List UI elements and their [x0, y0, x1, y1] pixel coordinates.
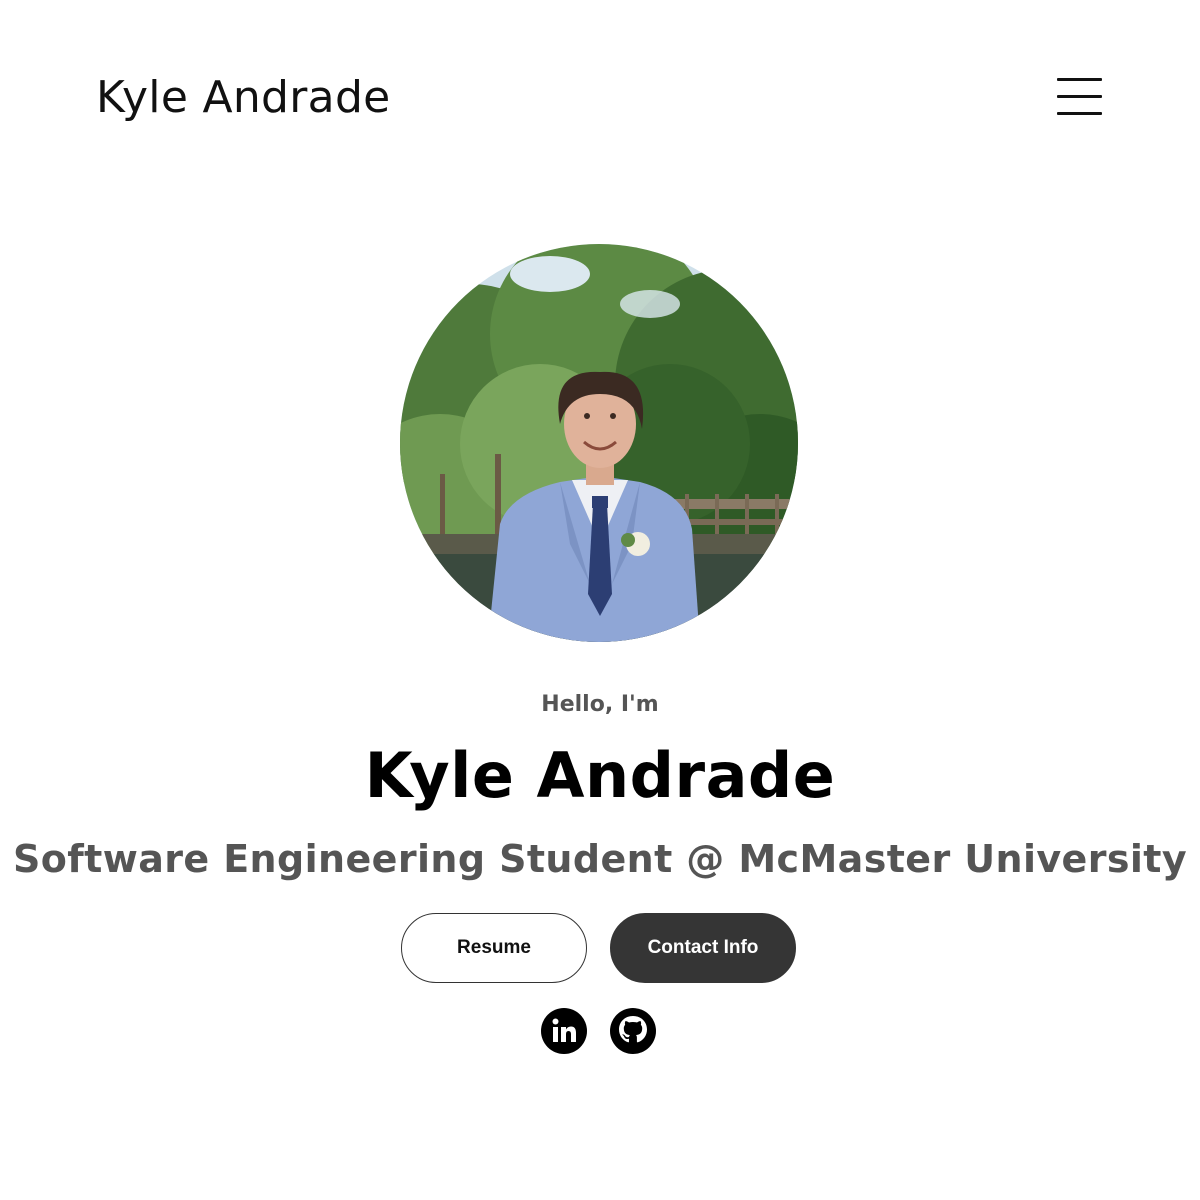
profile-photo-illustration: [400, 244, 798, 642]
github-icon-graphic: [610, 1008, 656, 1054]
hero-name: Kyle Andrade: [364, 739, 836, 812]
linkedin-icon[interactable]: [540, 1007, 588, 1055]
hamburger-line: [1057, 112, 1102, 115]
profile-photo: [400, 244, 798, 642]
page: Kyle Andrade Hello, I'm Kyle Andrade Sof…: [0, 0, 1200, 1200]
hamburger-line: [1057, 95, 1102, 98]
hamburger-line: [1057, 78, 1102, 81]
contact-info-button[interactable]: Contact Info: [610, 913, 796, 983]
logo[interactable]: Kyle Andrade: [96, 70, 391, 126]
resume-button[interactable]: Resume: [401, 913, 587, 983]
hamburger-menu-icon[interactable]: [1057, 78, 1102, 116]
greeting-text: Hello, I'm: [541, 692, 659, 717]
linkedin-icon-graphic: [541, 1008, 587, 1054]
hero-subtitle: Software Engineering Student @ McMaster …: [12, 837, 1188, 881]
github-icon[interactable]: [609, 1007, 657, 1055]
